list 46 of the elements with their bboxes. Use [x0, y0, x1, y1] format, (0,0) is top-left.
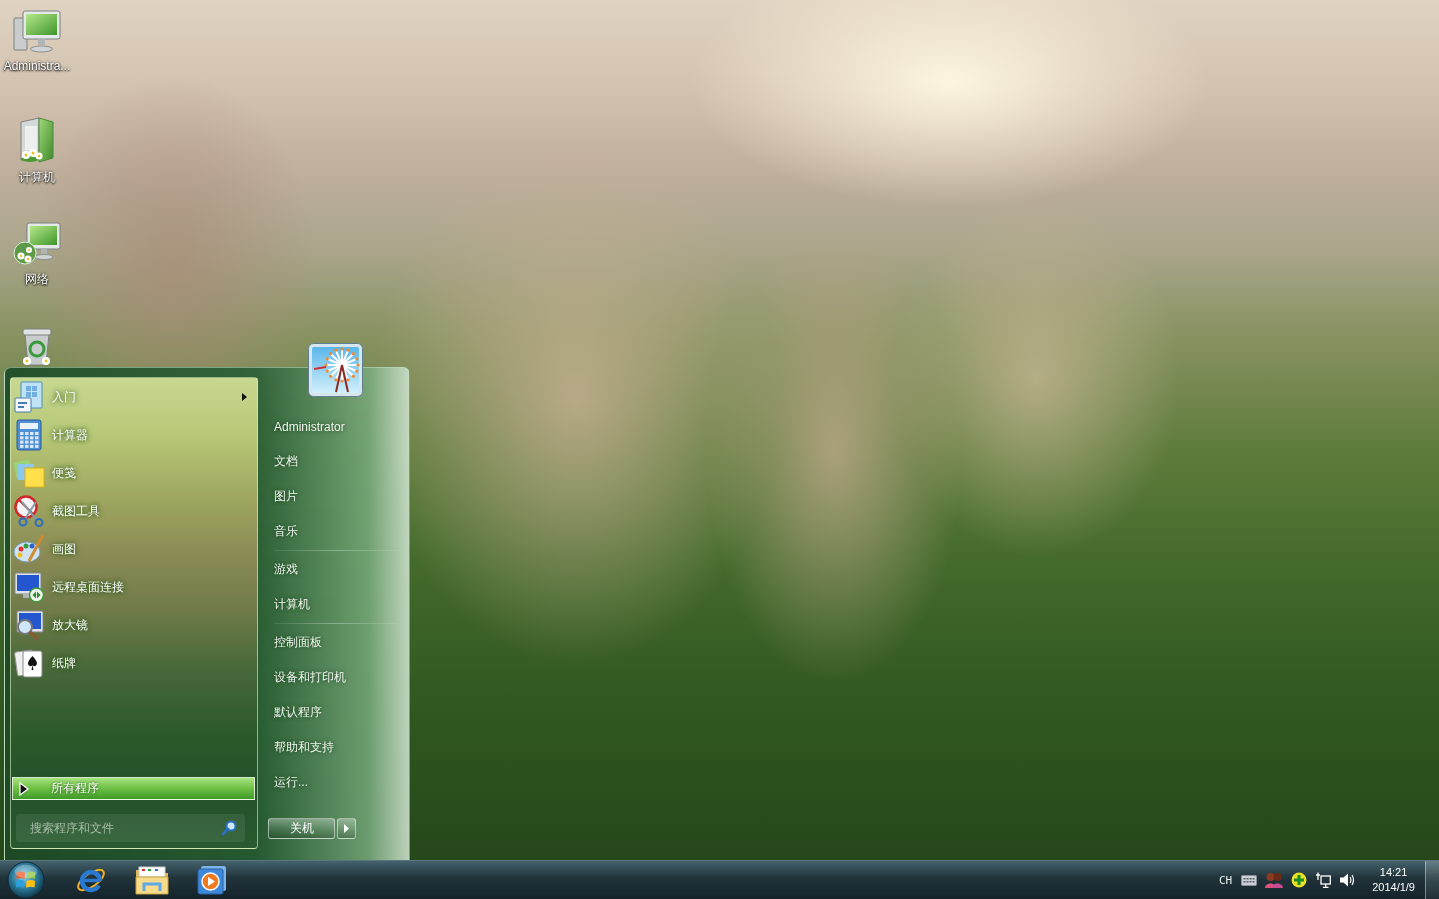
start-menu-link[interactable]: Administrator [274, 409, 345, 444]
folder-icon[interactable] [135, 865, 169, 895]
start-menu-link[interactable]: 设备和打印机 [274, 660, 346, 695]
magnifier-monitor-icon [13, 609, 45, 641]
start-menu-link[interactable]: 游戏 [274, 552, 298, 587]
media-play-icon[interactable] [197, 865, 227, 895]
plus-icon[interactable] [1291, 872, 1308, 888]
clock-date[interactable]: 2014/1/9 [1372, 880, 1415, 895]
start-menu-link[interactable]: 控制面板 [274, 625, 322, 660]
playing-card-icon [13, 647, 45, 679]
caret-icon [242, 393, 247, 401]
program-menu-item[interactable]: 画图 [11, 530, 76, 568]
volume-icon[interactable] [1339, 872, 1356, 888]
computer-monitor-icon[interactable] [13, 10, 61, 54]
search-icon[interactable] [221, 820, 237, 836]
shutdown-button[interactable]: 关机 [268, 818, 335, 839]
start-menu-link[interactable]: 文档 [274, 444, 298, 479]
monitor-arrows-icon [13, 571, 45, 603]
keyboard-icon[interactable] [1241, 874, 1258, 886]
calculator-icon [13, 419, 45, 451]
program-menu-item[interactable]: 放大镜 [11, 606, 88, 644]
palette-icon [13, 533, 45, 565]
scissors-icon [13, 495, 45, 527]
show-desktop-button[interactable] [1425, 861, 1439, 899]
people-icon[interactable] [1265, 872, 1284, 888]
desktop-icon-label[interactable]: 网络 [25, 271, 49, 288]
start-menu-link[interactable]: 运行... [274, 765, 308, 800]
clock-time[interactable]: 14:21 [1379, 865, 1408, 880]
documents-icon [13, 381, 45, 413]
network-globe-icon[interactable] [13, 222, 61, 266]
program-menu-item[interactable]: 纸牌 [11, 644, 76, 682]
shutdown-options-button[interactable] [337, 818, 356, 839]
network-icon[interactable] [1315, 872, 1332, 888]
start-menu-link[interactable]: 默认程序 [274, 695, 322, 730]
program-menu-item[interactable]: 截图工具 [11, 492, 100, 530]
start-menu-link[interactable]: 音乐 [274, 514, 298, 549]
language-indicator[interactable]: CH [1218, 873, 1233, 887]
start-menu-link[interactable]: 图片 [274, 479, 298, 514]
start-orb-icon[interactable] [7, 861, 45, 899]
start-menu-link[interactable]: 计算机 [274, 587, 310, 622]
caret-icon [344, 824, 349, 833]
user-picture[interactable] [308, 343, 363, 397]
triangle-arrow-icon [19, 781, 29, 796]
sticky-notes-icon [13, 457, 45, 489]
start-menu-link[interactable]: 帮助和支持 [274, 730, 334, 765]
program-menu-item[interactable]: 远程桌面连接 [11, 568, 124, 606]
